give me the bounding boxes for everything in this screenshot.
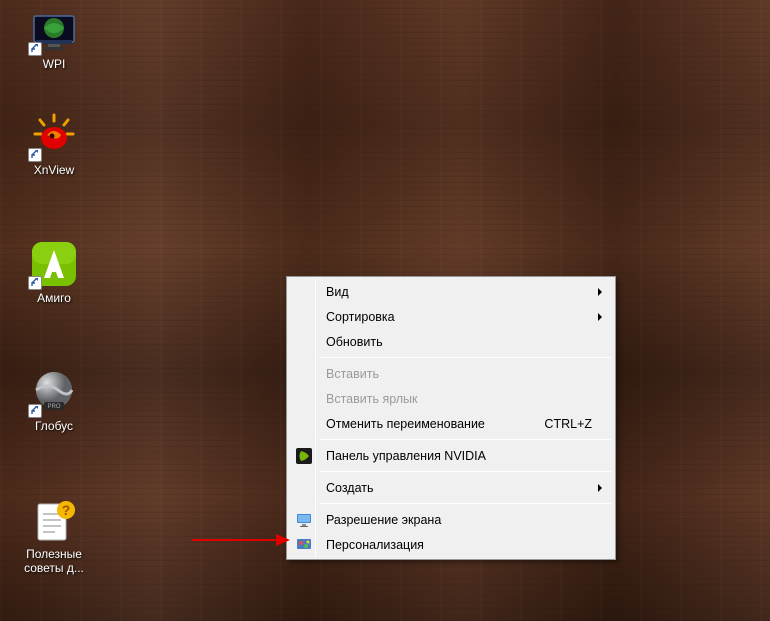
chevron-right-icon (596, 484, 604, 492)
menu-separator (319, 503, 611, 504)
desktop-context-menu: Вид Сортировка Обновить Вставить Вставит… (286, 276, 616, 560)
menu-item-create[interactable]: Создать (289, 475, 613, 500)
desktop-icon-label: Глобус (35, 419, 73, 433)
red-arrow-annotation (192, 532, 292, 548)
menu-item-label: Панель управления NVIDIA (326, 449, 486, 463)
svg-text:PRO: PRO (47, 404, 60, 410)
menu-item-refresh[interactable]: Обновить (289, 329, 613, 354)
help-document-icon: ? (30, 496, 78, 544)
menu-item-label: Отменить переименование (326, 417, 485, 431)
menu-item-label: Персонализация (326, 538, 424, 552)
amigo-icon (30, 240, 78, 288)
menu-item-label: Разрешение экрана (326, 513, 441, 527)
desktop-icon-tips[interactable]: ? Полезные советы д... (14, 496, 94, 576)
menu-item-label: Вид (326, 285, 349, 299)
menu-item-label: Обновить (326, 335, 383, 349)
menu-item-personalize[interactable]: Персонализация (289, 532, 613, 557)
menu-separator (319, 357, 611, 358)
menu-item-paste-shortcut: Вставить ярлык (289, 386, 613, 411)
menu-item-label: Вставить (326, 367, 379, 381)
desktop-icon-globus[interactable]: PRO Глобус (14, 368, 94, 433)
menu-item-undo-rename[interactable]: Отменить переименование CTRL+Z (289, 411, 613, 436)
google-earth-icon: PRO (30, 368, 78, 416)
desktop-icon-amigo[interactable]: Амиго (14, 240, 94, 305)
menu-item-paste: Вставить (289, 361, 613, 386)
desktop-icon-xnview[interactable]: XnView (14, 112, 94, 177)
menu-item-label: Вставить ярлык (326, 392, 418, 406)
desktop-icon-label: Полезные советы д... (16, 547, 92, 576)
nvidia-icon (295, 447, 313, 465)
monitor-icon (295, 511, 313, 529)
desktop-icon-wpi[interactable]: WPI (14, 6, 94, 71)
menu-item-nvidia-panel[interactable]: Панель управления NVIDIA (289, 443, 613, 468)
menu-item-label: Создать (326, 481, 374, 495)
menu-separator (319, 439, 611, 440)
svg-text:?: ? (62, 502, 71, 518)
menu-separator (319, 471, 611, 472)
chevron-right-icon (596, 288, 604, 296)
desktop-icon-label: Амиго (37, 291, 71, 305)
menu-item-view[interactable]: Вид (289, 279, 613, 304)
desktop-icon-label: WPI (43, 57, 66, 71)
menu-item-shortcut: CTRL+Z (544, 417, 592, 431)
chevron-right-icon (596, 313, 604, 321)
menu-item-screen-resolution[interactable]: Разрешение экрана (289, 507, 613, 532)
menu-item-label: Сортировка (326, 310, 395, 324)
xnview-icon (30, 112, 78, 160)
globe-monitor-icon (30, 6, 78, 54)
personalize-icon (295, 536, 313, 554)
menu-item-sort[interactable]: Сортировка (289, 304, 613, 329)
desktop-icon-label: XnView (34, 163, 74, 177)
